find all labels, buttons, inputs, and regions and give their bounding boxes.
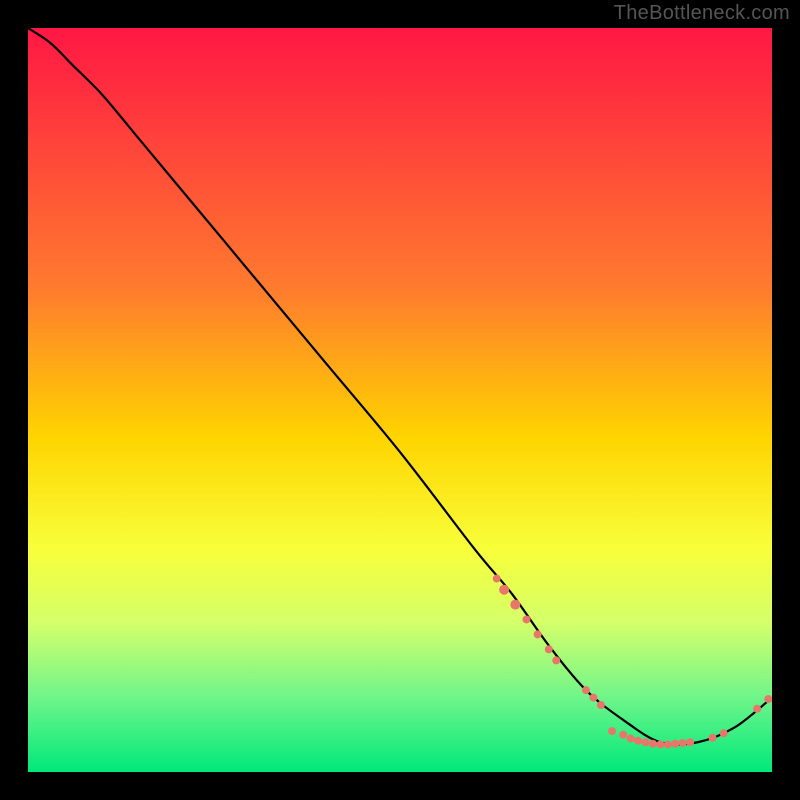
data-marker [720,729,728,737]
data-marker [686,738,694,746]
data-marker [499,585,509,595]
data-marker [656,740,664,748]
data-marker [619,731,627,739]
data-marker [608,727,616,735]
data-marker [582,686,590,694]
data-marker [671,740,679,748]
plot-area [28,28,772,772]
markers-group [493,575,772,749]
data-marker [552,656,560,664]
data-marker [545,645,553,653]
data-marker [597,701,605,709]
data-marker [664,740,672,748]
data-marker [649,740,657,748]
data-marker [642,738,650,746]
data-marker [534,630,542,638]
data-marker [522,615,530,623]
data-marker [708,734,716,742]
data-marker [627,735,635,743]
data-marker [589,694,597,702]
chart-curve [28,28,772,772]
curve-line [28,28,772,745]
data-marker [493,575,501,583]
data-marker [764,695,772,703]
data-marker [679,739,687,747]
data-marker [753,705,761,713]
watermark-label: TheBottleneck.com [614,2,790,25]
data-marker [634,737,642,745]
data-marker [510,600,520,610]
